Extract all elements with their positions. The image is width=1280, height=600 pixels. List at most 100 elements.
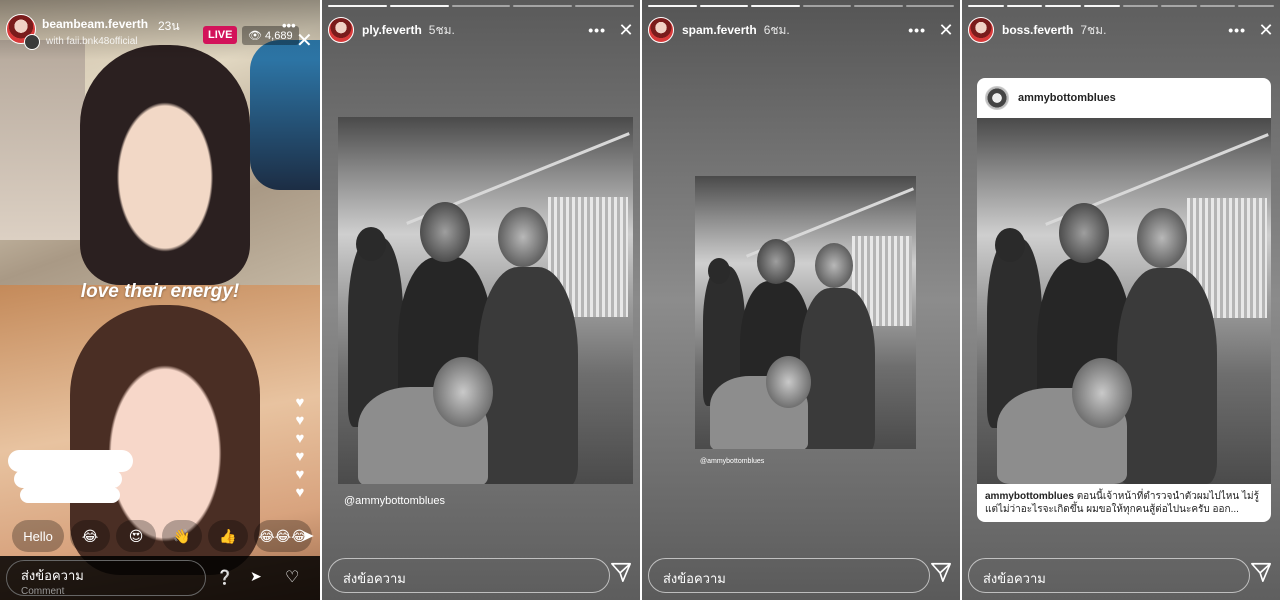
progress-segment: [1161, 5, 1197, 7]
reply-input[interactable]: ส่งข้อความ: [968, 558, 1250, 593]
reaction-thumbs-up-button[interactable]: 👍: [208, 520, 248, 552]
progress-segment: [1199, 5, 1236, 7]
broadcaster-face: [80, 45, 250, 285]
heart-icon: ♥: [295, 466, 305, 483]
send-icon[interactable]: ➤: [250, 568, 262, 585]
reply-input[interactable]: ส่งข้อความ: [648, 558, 930, 593]
reply-input[interactable]: ส่งข้อความ: [328, 558, 610, 593]
close-icon[interactable]: ✕: [1258, 20, 1274, 41]
heart-icon: ♥: [295, 430, 305, 447]
redacted-comment: [20, 487, 120, 503]
story-username[interactable]: ply.feverth: [362, 23, 422, 37]
progress-segment: [905, 5, 954, 7]
post-author-avatar[interactable]: [985, 86, 1009, 110]
figure-head: [708, 258, 730, 284]
photo-credit[interactable]: @ammybottomblues: [344, 495, 445, 507]
progress-segment: [699, 5, 748, 7]
heart-icon: ♥: [295, 448, 305, 465]
photo-credit[interactable]: @ammybottomblues: [700, 458, 764, 465]
story-username[interactable]: boss.feverth: [1002, 23, 1073, 37]
laugh-emoji-icon: 😂: [81, 527, 99, 544]
caption-username[interactable]: ammybottomblues: [985, 491, 1074, 502]
reaction-laugh-button[interactable]: 😂: [70, 520, 110, 552]
figure-head: [433, 357, 493, 427]
figure: [1117, 268, 1217, 484]
eye-icon: 👁: [248, 30, 262, 42]
avatar[interactable]: [648, 17, 674, 43]
shared-post-card[interactable]: ammybottomblues ammybottomblues ตอนนี้เจ…: [977, 78, 1271, 522]
broadcaster-username[interactable]: beambeam.feverth: [42, 17, 148, 31]
more-icon[interactable]: •••: [908, 22, 926, 38]
reply-bar: ส่งข้อความ: [962, 550, 1280, 600]
progress-segment: [1238, 5, 1274, 7]
avatar[interactable]: [328, 17, 354, 43]
close-icon[interactable]: ✕: [938, 20, 954, 41]
story-username[interactable]: spam.feverth: [682, 23, 757, 37]
live-badge: LIVE: [203, 26, 238, 44]
wave-emoji-icon: 👋: [173, 527, 191, 544]
story-time: 6ชม.: [763, 22, 790, 37]
reply-bar: ส่งข้อความ: [642, 550, 960, 600]
post-author-username[interactable]: ammybottomblues: [1018, 92, 1116, 104]
story-progress: [968, 5, 1274, 7]
thumbs-up-emoji-icon: 👍: [219, 527, 237, 544]
send-icon[interactable]: [610, 561, 632, 583]
story-progress: [328, 5, 634, 7]
send-icon[interactable]: [930, 561, 952, 583]
figure-head: [1059, 203, 1109, 263]
story-panel-spam: spam.feverth 6ชม. ••• ✕ @ammybottomblues…: [642, 0, 960, 600]
live-header: beambeam.feverth 23น with faii.bnk48offi…: [6, 14, 314, 53]
progress-segment: [328, 5, 387, 7]
story-time: 5ชม.: [428, 22, 455, 37]
close-icon[interactable]: ✕: [618, 20, 634, 41]
redacted-comment: [14, 470, 122, 488]
live-guest-video: [0, 285, 320, 600]
background-pillow: [250, 40, 320, 190]
live-time: 23น: [158, 19, 180, 33]
figure-head: [757, 239, 795, 284]
send-arrow-icon[interactable]: ➤: [301, 526, 314, 546]
progress-segment: [968, 5, 1004, 7]
figure-head: [1072, 358, 1132, 428]
progress-segment: [648, 5, 697, 7]
comment-input[interactable]: ส่งข้อความ Comment: [6, 560, 206, 597]
story-header: ply.feverth 5ชม. ••• ✕: [328, 16, 634, 44]
progress-segment: [1045, 5, 1081, 7]
story-photo: [695, 176, 916, 449]
avatar[interactable]: [968, 17, 994, 43]
comment-input-placeholder: Comment: [21, 586, 65, 597]
story-panel-boss: boss.feverth 7ชม. ••• ✕ ammybottomblues …: [962, 0, 1280, 600]
more-icon[interactable]: •••: [588, 22, 606, 38]
live-comment-bar: ส่งข้อความ Comment ❔ ➤ ♡ ➤: [0, 528, 320, 600]
comment-input-label: ส่งข้อความ: [21, 568, 84, 583]
reply-bar: ส่งข้อความ: [322, 550, 640, 600]
heart-icon[interactable]: ♡: [285, 567, 299, 587]
progress-segment: [802, 5, 851, 7]
progress-segment: [451, 5, 511, 7]
figure-head: [1137, 208, 1187, 268]
progress-segment: [854, 5, 903, 7]
figure-head: [995, 228, 1025, 262]
more-icon[interactable]: •••: [282, 18, 296, 33]
heart-icon: ♥: [295, 394, 305, 411]
figure-head: [498, 207, 548, 267]
close-icon[interactable]: ✕: [296, 28, 313, 53]
send-icon[interactable]: [1250, 561, 1272, 583]
figure-head: [766, 356, 811, 408]
live-with-guest[interactable]: with faii.bnk48official: [46, 36, 138, 47]
guest-avatar[interactable]: [24, 34, 40, 50]
reaction-heart-eyes-button[interactable]: 😍: [116, 520, 156, 552]
shared-post-photo: [977, 118, 1271, 484]
reaction-wave-button[interactable]: 👋: [162, 520, 202, 552]
question-icon[interactable]: ❔: [216, 569, 233, 586]
story-progress: [648, 5, 954, 7]
live-panel: ♥ ♥ ♥ ♥ ♥ ♥ love their energy! beambeam.…: [0, 0, 320, 600]
figure-head: [815, 243, 853, 288]
progress-segment: [513, 5, 573, 7]
story-header: spam.feverth 6ชม. ••• ✕: [648, 16, 954, 44]
background-shelf: [0, 40, 85, 240]
progress-segment: [1083, 5, 1120, 7]
reaction-hello-button[interactable]: Hello: [12, 520, 64, 552]
floating-hearts: ♥ ♥ ♥ ♥ ♥ ♥: [285, 395, 315, 515]
more-icon[interactable]: •••: [1228, 22, 1246, 38]
